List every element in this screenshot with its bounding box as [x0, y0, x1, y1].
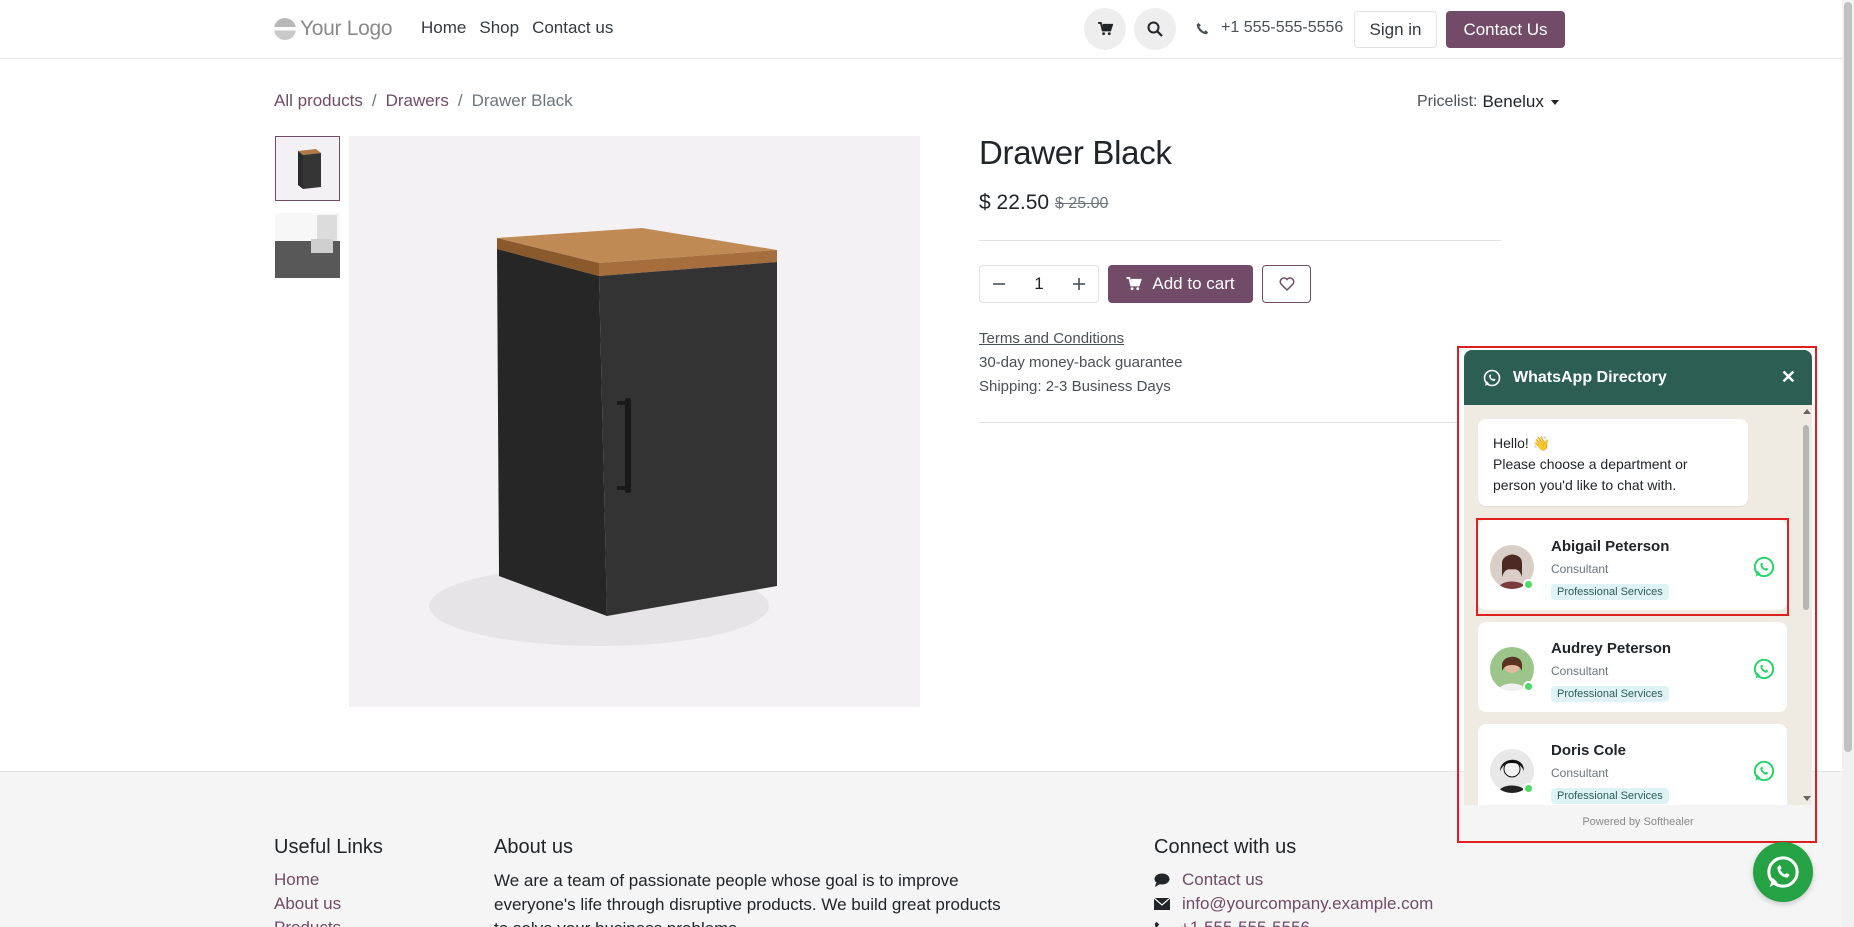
breadcrumb: All products / Drawers / Drawer Black: [274, 91, 573, 111]
phone-icon: [1154, 921, 1160, 927]
logo-text: Your Logo: [300, 17, 393, 40]
shipping-text: Shipping: 2-3 Business Days: [979, 378, 1171, 395]
phone-link[interactable]: +1 555-555-5556: [1196, 19, 1343, 37]
main-nav: Home Shop Contact us: [421, 18, 626, 38]
contact-us-button[interactable]: Contact Us: [1446, 11, 1565, 48]
comment-icon: [1154, 873, 1170, 887]
plus-icon: [1073, 278, 1085, 290]
breadcrumb-current: Drawer Black: [471, 91, 573, 110]
footer-phone[interactable]: +1 555-555-5556: [1154, 918, 1310, 927]
footer-phone-label: +1 555-555-5556: [1180, 918, 1310, 927]
pricelist-value: Benelux: [1482, 92, 1544, 111]
add-to-wishlist-button[interactable]: [1262, 265, 1311, 303]
envelope-icon: [1154, 898, 1170, 910]
footer-link-products[interactable]: Products: [274, 918, 341, 927]
logo-mark-icon: [274, 18, 296, 40]
breadcrumb-drawers[interactable]: Drawers: [386, 91, 449, 111]
add-to-cart-label: Add to cart: [1152, 274, 1235, 293]
footer-email-label: info@yourcompany.example.com: [1182, 894, 1434, 913]
nav-shop[interactable]: Shop: [479, 18, 519, 38]
footer-connect-title: Connect with us: [1154, 836, 1297, 858]
selected-contact-highlight-box: [1476, 518, 1789, 616]
minus-icon: [993, 283, 1005, 285]
product-thumbnail-2[interactable]: [275, 213, 340, 278]
pricelist-label: Pricelist:: [1417, 93, 1478, 110]
product-old-price: $ 25.00: [1055, 195, 1109, 212]
drawer-product-image: [429, 228, 777, 646]
room-thumbnail-image: [275, 213, 340, 278]
pricelist-dropdown[interactable]: Pricelist: Benelux: [1417, 92, 1559, 112]
phone-icon: [1196, 22, 1209, 34]
phone-number: +1 555-555-5556: [1221, 19, 1344, 36]
product-title: Drawer Black: [979, 134, 1172, 171]
cart-icon: [1126, 277, 1143, 291]
breadcrumb-separator: /: [457, 91, 463, 110]
nav-contact-us[interactable]: Contact us: [532, 18, 613, 38]
product-price: $ 22.50: [979, 191, 1050, 214]
nav-home[interactable]: Home: [421, 18, 466, 38]
guarantee-text: 30-day money-back guarantee: [979, 354, 1183, 371]
sign-in-button[interactable]: Sign in: [1354, 11, 1437, 48]
terms-link[interactable]: Terms and Conditions: [979, 330, 1124, 347]
quantity-stepper: 1: [979, 265, 1099, 303]
footer-useful-links-title: Useful Links: [274, 836, 383, 858]
product-main-image[interactable]: [349, 136, 920, 707]
footer-contact-us[interactable]: Contact us: [1154, 870, 1263, 890]
breadcrumb-separator: /: [371, 91, 377, 110]
footer-email[interactable]: info@yourcompany.example.com: [1154, 894, 1433, 914]
search-button[interactable]: [1134, 8, 1176, 50]
quantity-input[interactable]: 1: [1018, 274, 1060, 294]
search-icon: [1147, 21, 1163, 37]
site-header: Your Logo Home Shop Contact us +1 555-55…: [0, 0, 1842, 59]
page-scrollbar-thumb[interactable]: [1844, 2, 1852, 752]
heart-icon: [1279, 277, 1294, 291]
whatsapp-icon: [1767, 856, 1799, 888]
product-thumbnail-1[interactable]: [275, 136, 340, 201]
page-scrollbar[interactable]: [1842, 0, 1854, 927]
divider: [979, 240, 1501, 241]
add-to-cart-button[interactable]: Add to cart: [1108, 265, 1253, 303]
divider: [979, 422, 1459, 423]
footer-about-text: We are a team of passionate people whose…: [494, 871, 1001, 927]
footer-contact-us-label: Contact us: [1182, 870, 1264, 889]
footer-link-about-us[interactable]: About us: [274, 894, 341, 914]
site-logo[interactable]: Your Logo: [274, 16, 393, 42]
footer-link-home[interactable]: Home: [274, 870, 319, 890]
breadcrumb-all-products[interactable]: All products: [274, 91, 363, 111]
footer-about-title: About us: [494, 836, 573, 858]
whatsapp-launcher-button[interactable]: [1753, 842, 1813, 902]
drawer-thumbnail-image: [298, 149, 321, 189]
cart-icon: [1097, 22, 1113, 36]
decrease-quantity-button[interactable]: [980, 266, 1018, 302]
increase-quantity-button[interactable]: [1060, 266, 1098, 302]
cart-button[interactable]: [1084, 8, 1126, 50]
chevron-down-icon: [1550, 99, 1559, 105]
